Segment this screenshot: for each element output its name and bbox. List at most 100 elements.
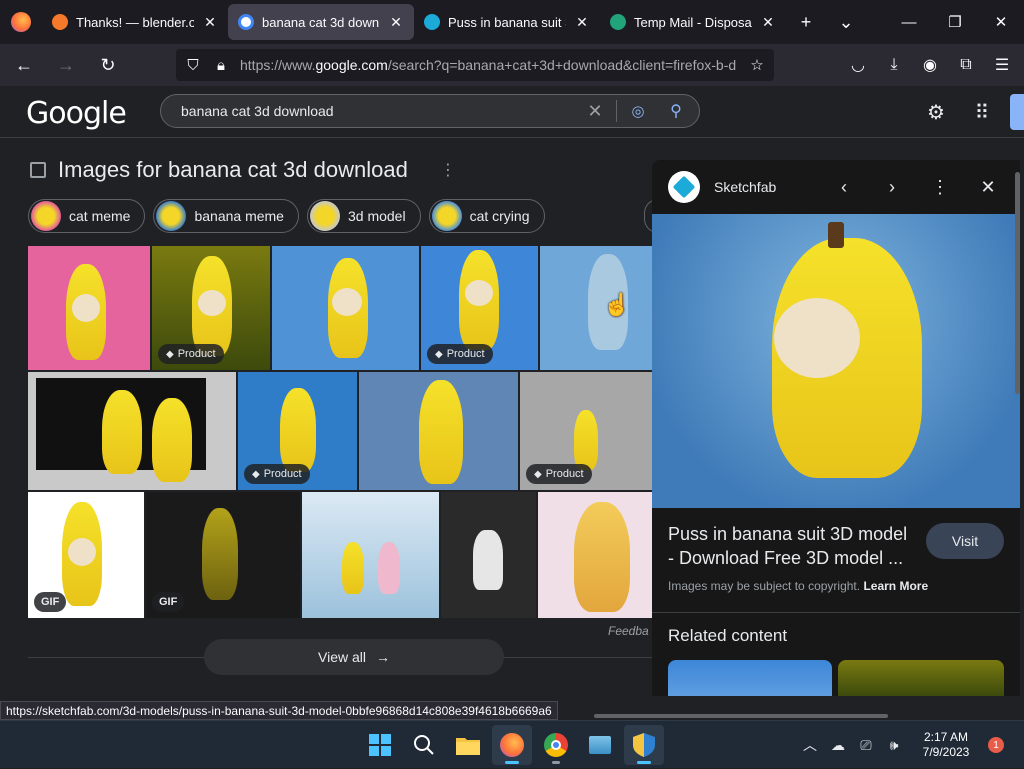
search-input[interactable]: banana cat 3d download (181, 103, 580, 119)
cloud-sync-icon[interactable]: ☁ (824, 737, 852, 754)
feedback-link[interactable]: Feedba (608, 624, 649, 638)
url-bar[interactable]: ⛉ 🔒︎ https://www.google.com/search?q=ban… (176, 49, 774, 81)
search-divider (616, 100, 617, 122)
panel-scrollbar[interactable] (1015, 172, 1020, 394)
clock[interactable]: 2:17 AM 7/9/2023 (908, 730, 984, 760)
image-result[interactable]: ◆ Product (238, 372, 357, 490)
cat-face (774, 298, 860, 378)
image-result[interactable]: ◆ Product (152, 246, 270, 370)
result-title[interactable]: Puss in banana suit 3D model - Download … (668, 522, 912, 570)
minimize-icon[interactable]: — (886, 0, 932, 44)
file-explorer-icon[interactable] (448, 725, 488, 765)
tag-icon: ◆ (252, 468, 260, 480)
close-tab-icon[interactable]: ✕ (388, 14, 404, 31)
image-result[interactable] (538, 492, 652, 618)
new-tab-button[interactable]: + (786, 4, 826, 40)
related-image[interactable] (668, 660, 832, 696)
copyright-notice: Images may be subject to copyright. Lear… (668, 579, 928, 593)
image-result[interactable] (540, 246, 652, 370)
image-result[interactable] (28, 246, 150, 370)
chip-thumbnail (431, 201, 462, 231)
previous-image-icon[interactable]: ‹ (820, 177, 868, 198)
account-icon[interactable]: ◉ (914, 49, 946, 81)
chip-cat-crying[interactable]: cat crying (428, 199, 545, 233)
firefox-taskbar-icon[interactable] (492, 725, 532, 765)
remote-desktop-icon[interactable] (580, 725, 620, 765)
banana-stem (828, 222, 844, 248)
list-all-tabs-icon[interactable]: ⌄ (826, 4, 866, 40)
app-menu-icon[interactable]: ☰ (986, 49, 1018, 81)
pocket-icon[interactable]: ◡ (842, 49, 874, 81)
security-taskbar-icon[interactable] (624, 725, 664, 765)
settings-gear-icon[interactable]: ⚙ (918, 94, 954, 130)
google-lens-icon[interactable]: ◎ (623, 102, 653, 120)
image-result[interactable]: GIF (146, 492, 300, 618)
close-tab-icon[interactable]: ✕ (760, 14, 776, 31)
sketchfab-favicon-icon (424, 14, 440, 30)
show-hidden-icons-icon[interactable]: ︿ (796, 735, 824, 755)
tab-sketchfab[interactable]: Puss in banana suit 3D ✕ (414, 4, 600, 40)
network-icon[interactable]: ⎚ (852, 737, 880, 754)
bookmark-star-icon[interactable]: ☆ (748, 56, 766, 74)
image-result[interactable] (302, 492, 439, 618)
volume-icon[interactable]: 🕪︎ (880, 737, 908, 754)
image-result[interactable] (441, 492, 536, 618)
tab-google[interactable]: banana cat 3d download ✕ (228, 4, 414, 40)
close-window-icon[interactable]: ✕ (978, 0, 1024, 44)
image-result[interactable] (359, 372, 518, 490)
image-result[interactable] (272, 246, 419, 370)
view-all-button[interactable]: View all → (204, 639, 504, 675)
panel-more-icon[interactable]: ⋮ (916, 177, 964, 198)
url-text[interactable]: https://www.google.com/search?q=banana+c… (240, 57, 738, 73)
firefox-logo-icon (500, 733, 524, 757)
chip-banana-meme[interactable]: banana meme (153, 199, 299, 233)
extensions-icon[interactable]: ⧉ (950, 49, 982, 81)
gif-badge: GIF (152, 592, 185, 612)
learn-more-link[interactable]: Learn More (863, 579, 928, 593)
taskbar-search-icon[interactable] (404, 725, 444, 765)
url-domain: google.com (315, 57, 388, 73)
search-box[interactable]: banana cat 3d download ✕ ◎ ⚲ (160, 94, 700, 128)
chip-3d-model[interactable]: 3d model (306, 199, 421, 233)
panel-header: Sketchfab ‹ › ⋮ ✕ (652, 160, 1020, 214)
shield-icon (633, 733, 655, 757)
notification-badge[interactable]: 1 (988, 737, 1004, 753)
close-panel-icon[interactable]: ✕ (964, 177, 1012, 198)
more-options-icon[interactable]: ⋮ (440, 160, 456, 180)
source-name[interactable]: Sketchfab (714, 179, 820, 195)
banana-cat-figure (102, 390, 142, 474)
close-tab-icon[interactable]: ✕ (574, 14, 590, 31)
visit-button[interactable]: Visit (926, 523, 1004, 559)
tab-blender[interactable]: Thanks! — blender.org ✕ (42, 4, 228, 40)
navigation-bar: ← → ↻ ⛉ 🔒︎ https://www.google.com/search… (0, 44, 1024, 86)
sign-in-button[interactable] (1010, 94, 1024, 130)
chip-label: 3d model (347, 208, 406, 224)
preview-image[interactable] (652, 214, 1020, 508)
google-logo[interactable]: Google (26, 96, 127, 131)
back-icon[interactable]: ← (6, 49, 42, 81)
downloads-icon[interactable]: ⤓ (878, 49, 910, 81)
shield-icon[interactable]: ⛉ (184, 57, 202, 74)
close-tab-icon[interactable]: ✕ (202, 14, 218, 31)
horizontal-scrollbar[interactable] (594, 714, 888, 718)
chip-cat-meme[interactable]: cat meme (28, 199, 146, 233)
next-image-icon[interactable]: › (868, 177, 916, 198)
lock-icon[interactable]: 🔒︎ (212, 57, 230, 74)
toolbar-right: ◡ ⤓ ◉ ⧉ ☰ (842, 49, 1018, 81)
clear-search-icon[interactable]: ✕ (580, 101, 610, 122)
image-result[interactable]: ◆ Product (520, 372, 652, 490)
link-status-bar: https://sketchfab.com/3d-models/puss-in-… (0, 701, 558, 720)
related-image[interactable] (838, 660, 1004, 696)
start-button[interactable] (360, 725, 400, 765)
image-result[interactable]: ◆ Product (421, 246, 538, 370)
firefox-menu-icon[interactable] (0, 0, 42, 44)
restore-icon[interactable]: ❐ (932, 0, 978, 44)
image-result[interactable] (28, 372, 236, 490)
google-apps-icon[interactable]: ⠿ (964, 94, 1000, 130)
forward-icon[interactable]: → (48, 49, 84, 81)
reload-icon[interactable]: ↻ (90, 49, 126, 81)
image-result[interactable]: GIF (28, 492, 144, 618)
chrome-taskbar-icon[interactable] (536, 725, 576, 765)
tab-tempmail[interactable]: Temp Mail - Disposable ✕ (600, 4, 786, 40)
search-icon[interactable]: ⚲ (653, 101, 699, 121)
